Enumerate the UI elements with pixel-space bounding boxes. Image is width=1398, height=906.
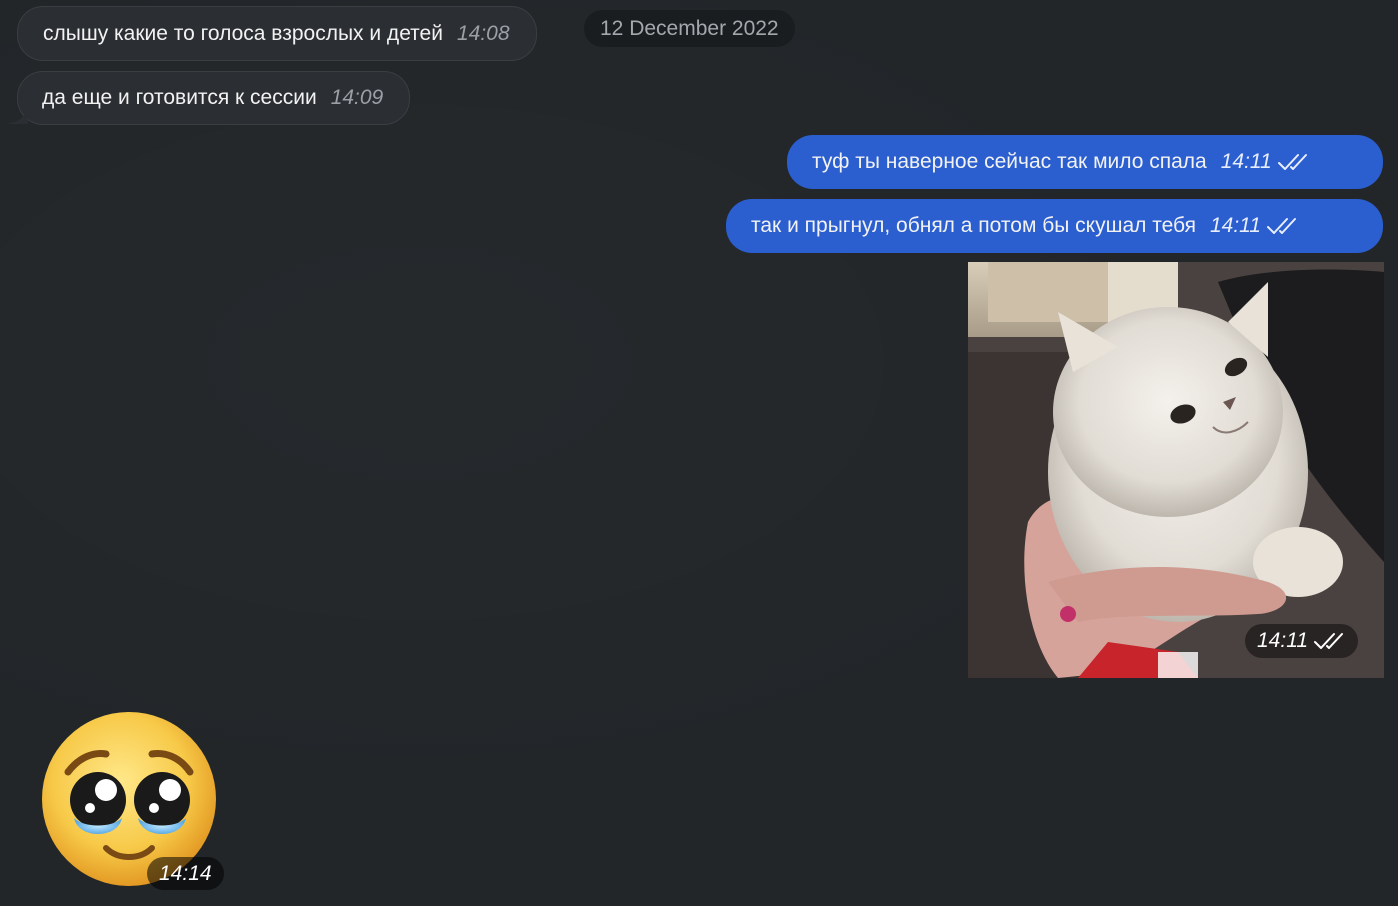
chat-area: слышу какие то голоса взрослых и детей 1… xyxy=(0,0,1398,906)
message-time: 14:11 xyxy=(1220,150,1272,173)
message-text: так и прыгнул, обнял а потом бы скушал т… xyxy=(751,214,1196,237)
outgoing-message[interactable]: так и прыгнул, обнял а потом бы скушал т… xyxy=(726,199,1383,253)
double-check-icon xyxy=(1266,218,1296,234)
double-check-icon xyxy=(1277,154,1307,170)
incoming-message[interactable]: слышу какие то голоса взрослых и детей 1… xyxy=(17,6,537,61)
message-text: слышу какие то голоса взрослых и детей xyxy=(43,21,443,45)
sticker-time-badge: 14:14 xyxy=(147,857,224,890)
double-check-icon xyxy=(1314,633,1343,649)
outgoing-message[interactable]: туф ты наверное сейчас так мило спала 14… xyxy=(787,135,1383,189)
message-text: да еще и готовится к сессии xyxy=(42,86,317,109)
kitten-video-thumbnail xyxy=(968,262,1384,678)
message-time: 14:11 xyxy=(1209,214,1261,237)
message-text: туф ты наверное сейчас так мило спала xyxy=(812,150,1207,173)
date-divider: 12 December 2022 xyxy=(584,10,795,47)
video-time-badge: 14:11 xyxy=(1245,624,1358,658)
message-time: 14:09 xyxy=(330,86,384,109)
bubble-tail-icon xyxy=(6,106,28,124)
message-time: 14:11 xyxy=(1257,629,1308,652)
video-message[interactable]: 14:11 xyxy=(968,262,1384,678)
message-time: 14:08 xyxy=(456,21,510,45)
incoming-message[interactable]: да еще и готовится к сессии 14:09 xyxy=(6,71,411,125)
